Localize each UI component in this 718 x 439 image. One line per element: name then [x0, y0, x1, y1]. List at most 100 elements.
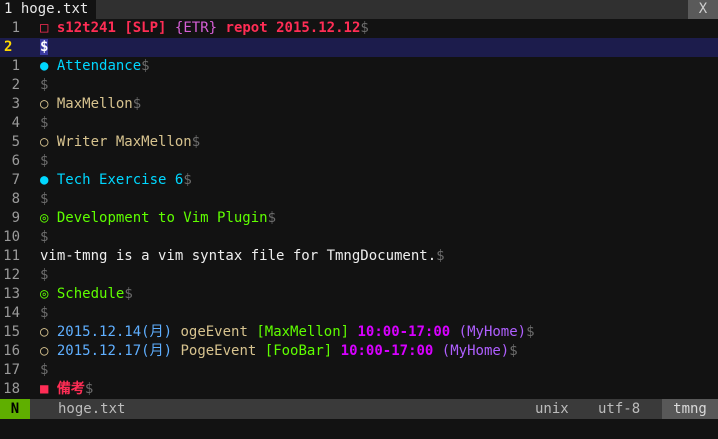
buffer-line[interactable]: 10 $	[0, 228, 718, 247]
text-segment: (MyHome)	[441, 343, 510, 359]
close-tab-button[interactable]: X	[688, 0, 718, 19]
line-text: $	[40, 114, 48, 133]
eol-marker: $	[40, 305, 49, 321]
eol-marker: $	[40, 362, 49, 378]
text-segment: Schedule	[56, 286, 125, 302]
text-segment: [FooBar]	[264, 343, 333, 359]
text-segment	[256, 343, 264, 359]
text-segment: PogeEvent	[180, 343, 257, 359]
close-icon: X	[698, 1, 708, 17]
buffer-line[interactable]: 5 ○ Writer MaxMellon$	[0, 133, 718, 152]
text-segment	[48, 343, 56, 359]
text-segment	[48, 58, 56, 74]
line-text: $	[40, 266, 48, 285]
text-segment: MaxMellon	[56, 96, 133, 112]
line-number: 13	[3, 286, 20, 302]
eol-marker: $	[509, 343, 518, 359]
status-fileformat: unix	[535, 401, 569, 417]
buffer-line[interactable]: 6 $	[0, 152, 718, 171]
tab-title: hoge.txt	[20, 1, 89, 17]
text-segment: {ETR}	[174, 20, 218, 36]
line-number: 2	[4, 39, 13, 55]
line-text: vim-tmng is a vim syntax file for TmngDo…	[40, 247, 445, 266]
line-text: $	[40, 152, 48, 171]
text-segment	[48, 324, 56, 340]
tabline: 1 hoge.txt X	[0, 0, 718, 19]
line-number: 15	[3, 324, 20, 340]
buffer-line[interactable]: 4 $	[0, 114, 718, 133]
line-number: 4	[11, 115, 20, 131]
eol-marker: $	[436, 248, 445, 264]
text-segment	[332, 343, 340, 359]
text-segment	[48, 20, 56, 36]
buffer-line[interactable]: 9 ◎ Development to Vim Plugin$	[0, 209, 718, 228]
line-text: ○ 2015.12.14(月) ogeEvent [MaxMellon] 10:…	[40, 323, 535, 342]
line-text: ○ Writer MaxMellon$	[40, 133, 200, 152]
command-line[interactable]	[0, 419, 718, 439]
eol-marker: $	[40, 77, 49, 93]
line-number: 1	[11, 20, 20, 36]
text-segment	[48, 172, 56, 188]
buffer-line[interactable]: 2 $	[0, 76, 718, 95]
line-number: 6	[11, 153, 20, 169]
buffer-line[interactable]: 16 ○ 2015.12.17(月) PogeEvent [FooBar] 10:…	[0, 342, 718, 361]
tab-hoge[interactable]: 1 hoge.txt	[0, 0, 97, 19]
line-number: 7	[11, 172, 20, 188]
line-number: 2	[11, 77, 20, 93]
cursor-line[interactable]: 2 $	[0, 38, 718, 57]
text-segment	[48, 96, 56, 112]
buffer-line[interactable]: 13 ◎ Schedule$	[0, 285, 718, 304]
buffer-line[interactable]: 3 ○ MaxMellon$	[0, 95, 718, 114]
mode-indicator: N	[0, 399, 30, 419]
line-number: 5	[11, 134, 20, 150]
text-segment: Attendance	[56, 58, 142, 74]
eol-marker: $	[526, 324, 535, 340]
line-number: 8	[11, 191, 20, 207]
line-number: 17	[3, 362, 20, 378]
buffer-line[interactable]: 1 □ s12t241 [SLP] {ETR} repot 2015.12.12$	[0, 19, 718, 38]
line-number: 16	[3, 343, 20, 359]
text-segment: s12t241	[56, 20, 116, 36]
eol-marker: $	[183, 172, 192, 188]
eol-marker: $	[40, 191, 49, 207]
buffer-line[interactable]: 18 ■ 備考$	[0, 380, 718, 399]
buffer-line[interactable]: 14 $	[0, 304, 718, 323]
text-segment: [MaxMellon]	[256, 324, 350, 340]
eol-marker: $	[132, 96, 142, 112]
line-text: ○ MaxMellon$	[40, 95, 141, 114]
line-text: $	[40, 361, 48, 380]
eol-marker: $	[360, 20, 369, 36]
status-encoding: utf-8	[598, 401, 641, 417]
eol-marker: $	[40, 115, 49, 131]
text-segment: 2015.12.14(月)	[56, 324, 173, 340]
text-segment: 2015.12.17(月)	[56, 343, 173, 359]
eol-marker: $	[141, 58, 150, 74]
text-segment: ogeEvent	[180, 324, 248, 340]
buffer-line[interactable]: 7 ● Tech Exercise 6$	[0, 171, 718, 190]
buffer-line[interactable]: 12 $	[0, 266, 718, 285]
line-text: $	[40, 190, 48, 209]
text-segment	[48, 134, 56, 150]
status-filename: hoge.txt	[58, 401, 126, 417]
editor-buffer[interactable]: 1 □ s12t241 [SLP] {ETR} repot 2015.12.12$…	[0, 19, 718, 399]
buffer-line[interactable]: 8 $	[0, 190, 718, 209]
text-segment: 備考	[56, 381, 85, 397]
buffer-line[interactable]: 1 ● Attendance$	[0, 57, 718, 76]
text-segment: [SLP]	[124, 20, 167, 36]
buffer-line[interactable]: 15 ○ 2015.12.14(月) ogeEvent [MaxMellon] 1…	[0, 323, 718, 342]
line-number: 12	[3, 267, 20, 283]
text-segment	[166, 20, 174, 36]
eol-marker: $	[267, 210, 277, 226]
eol-marker: $	[40, 267, 49, 283]
buffer-line[interactable]: 17 $	[0, 361, 718, 380]
eol-marker: $	[191, 134, 201, 150]
line-text: □ s12t241 [SLP] {ETR} repot 2015.12.12$	[40, 19, 369, 38]
text-segment: vim-tmng is a vim syntax file for TmngDo…	[40, 248, 437, 264]
buffer-line[interactable]: 11 vim-tmng is a vim syntax file for Tmng…	[0, 247, 718, 266]
line-text: $	[40, 228, 48, 247]
text-segment: 10:00-17:00	[340, 343, 434, 359]
line-text: $	[40, 76, 48, 95]
text-segment	[48, 381, 56, 397]
line-text: $	[40, 304, 48, 323]
line-number: 10	[3, 229, 20, 245]
